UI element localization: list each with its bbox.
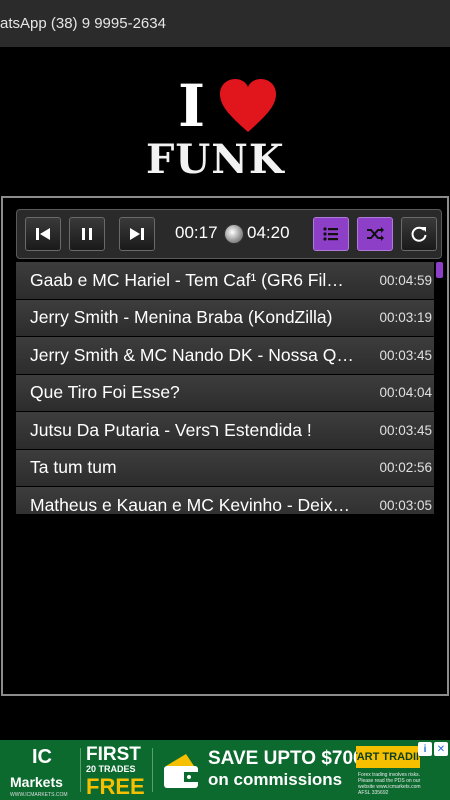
pause-icon [82,228,92,240]
playlist-item[interactable]: Jerry Smith - Menina Braba (KondZilla) 0… [16,299,434,337]
track-title: Ta tum tum [30,457,117,478]
next-icon [130,228,144,240]
ad-commissions: on commissions [208,770,343,789]
ad-banner[interactable]: IC Markets WWW.ICMARKETS.COM FIRST 20 TR… [0,740,450,800]
brand-markets: Markets [10,774,63,790]
track-duration: 00:03:45 [379,347,432,363]
ad-trades: 20 TRADES [86,764,136,774]
playlist-item[interactable]: Jutsu Da Putaria - Versר Estendida ! 00:… [16,412,434,450]
ad-divider [80,748,81,792]
track-title: Jerry Smith & MC Nando DK - Nossa Químic… [30,344,358,365]
icmarkets-logo: IC Markets WWW.ICMARKETS.COM [10,744,72,798]
track-title: Jutsu Da Putaria - Versר Estendida ! [30,419,312,440]
playlist-button[interactable] [313,217,349,251]
track-duration: 00:03:45 [379,422,432,438]
seek-knob[interactable] [224,224,244,244]
pause-button[interactable] [69,217,105,251]
logo-letter-i: I [178,72,206,140]
ad-fine-print: Forex trading involves risks. Please rea… [358,772,421,796]
track-title: Gaab e MC Hariel - Tem Caf¹ (GR6 Filmes) [30,269,358,290]
i-love-funk-logo: I FUNK [140,76,312,186]
playlist-icon [323,227,338,241]
track-duration: 00:04:04 [379,385,432,401]
logo-word-funk: FUNK [146,136,285,183]
ad-divider [152,748,153,792]
playlist-item[interactable]: Jerry Smith & MC Nando DK - Nossa Químic… [16,337,434,375]
repeat-icon [411,226,427,242]
shuffle-button[interactable] [357,217,393,251]
playlist-item[interactable]: Ta tum tum 00:02:56 [16,449,434,487]
playlist-scrollbar[interactable] [436,262,443,278]
playlist-item[interactable]: Matheus e Kauan e MC Kevinho - Deixa Rol… [16,487,434,514]
track-title: Jerry Smith - Menina Braba (KondZilla) [30,307,333,328]
brand-url: WWW.ICMARKETS.COM [10,792,68,798]
player-controls-bar: 00:17 04:20 [16,209,442,259]
playlist-item[interactable]: Que Tiro Foi Esse? 00:04:04 [16,374,434,412]
next-button[interactable] [119,217,155,251]
info-icon[interactable]: i [418,742,432,756]
track-duration: 00:02:56 [379,460,432,476]
heart-icon [220,79,276,132]
ad-free: FREE [86,774,145,799]
playlist[interactable]: Gaab e MC Hariel - Tem Caf¹ (GR6 Filmes)… [16,262,443,514]
repeat-button[interactable] [401,217,437,251]
track-title: Matheus e Kauan e MC Kevinho - Deixa Rol… [30,494,358,514]
status-bar-text: atsApp (38) 9 9995-2634 [0,15,166,32]
ad-save-headline: SAVE UPTO $700 [208,748,364,769]
close-icon[interactable]: ✕ [434,742,448,756]
ad-first: FIRST [86,744,141,765]
status-bar: atsApp (38) 9 9995-2634 [0,0,450,47]
brand-ic: IC [32,746,52,768]
track-duration: 00:04:59 [379,272,432,288]
current-time: 00:17 [175,223,218,242]
previous-icon [36,228,50,240]
track-title: Que Tiro Foi Esse? [30,382,180,403]
track-duration: 00:03:19 [379,310,432,326]
ad-choices[interactable]: i ✕ [418,742,448,756]
total-time: 04:20 [247,223,290,242]
shuffle-icon [367,227,384,241]
start-trading-button[interactable]: START TRADING [356,746,420,768]
track-duration: 00:03:05 [379,497,432,513]
wallet-icon [164,754,198,788]
previous-button[interactable] [25,217,61,251]
playlist-item[interactable]: Gaab e MC Hariel - Tem Caf¹ (GR6 Filmes)… [16,262,434,300]
player-panel: 00:17 04:20 Gaab e MC Hariel - Tem Caf¹ … [1,196,449,696]
